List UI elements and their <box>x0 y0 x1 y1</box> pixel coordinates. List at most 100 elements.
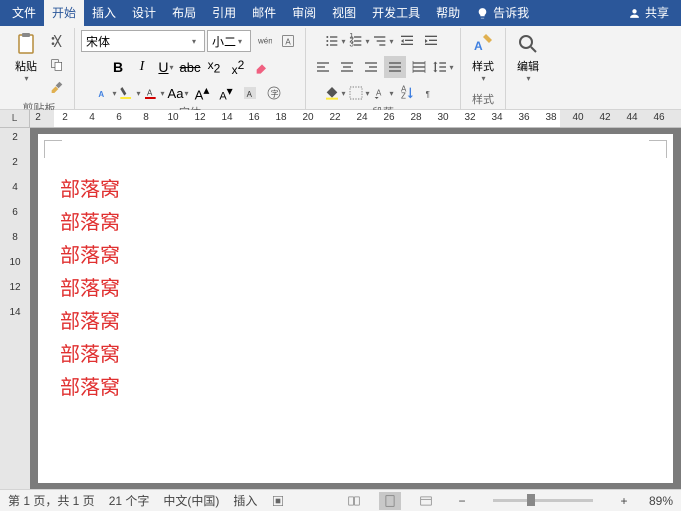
read-mode-button[interactable] <box>343 492 365 510</box>
menu-help[interactable]: 帮助 <box>428 0 468 26</box>
line-spacing-button[interactable]: ▾ <box>432 56 454 78</box>
document-line[interactable]: 部落窝 <box>60 174 655 207</box>
menu-developer[interactable]: 开发工具 <box>364 0 428 26</box>
menu-file[interactable]: 文件 <box>4 0 44 26</box>
bullets-icon <box>324 33 340 49</box>
menu-insert[interactable]: 插入 <box>84 0 124 26</box>
zoom-percent[interactable]: 89% <box>649 494 673 508</box>
svg-text:A: A <box>99 90 105 99</box>
char-shading-button[interactable]: A <box>239 82 261 104</box>
status-language[interactable]: 中文(中国) <box>163 492 219 509</box>
status-words[interactable]: 21 个字 <box>109 492 150 509</box>
document-line[interactable]: 部落窝 <box>60 207 655 240</box>
document-body[interactable]: 部落窝部落窝部落窝部落窝部落窝部落窝部落窝 <box>56 174 655 405</box>
phonetic-guide-button[interactable]: wén <box>253 30 275 52</box>
shrink-font-button[interactable]: A▾ <box>215 82 237 104</box>
svg-text:wén: wén <box>257 37 272 46</box>
document-page[interactable]: 部落窝部落窝部落窝部落窝部落窝部落窝部落窝 <box>38 134 673 483</box>
ruler-tick: 4 <box>89 112 95 123</box>
ruler-corner: L <box>0 110 30 127</box>
asian-layout-button[interactable]: A▾ <box>372 82 394 104</box>
clear-formatting-button[interactable] <box>251 56 273 78</box>
zoom-in-button[interactable]: + <box>613 492 635 510</box>
strikethrough-button[interactable]: abc <box>179 56 201 78</box>
menu-references[interactable]: 引用 <box>204 0 244 26</box>
format-painter-button[interactable] <box>46 78 68 100</box>
font-size-input[interactable]: 小二▾ <box>207 30 251 52</box>
align-right-button[interactable] <box>360 56 382 78</box>
sort-button[interactable]: AZ <box>396 82 418 104</box>
multilevel-button[interactable]: ▾ <box>372 30 394 52</box>
svg-text:A: A <box>376 89 382 98</box>
horizontal-ruler[interactable]: 2246810121416182022242628303234363840424… <box>30 110 681 127</box>
ruler-tick: 44 <box>626 112 637 123</box>
highlight-button[interactable]: ▾ <box>119 82 141 104</box>
show-marks-button[interactable]: ¶ <box>420 82 442 104</box>
status-page[interactable]: 第 1 页，共 1 页 <box>8 492 95 509</box>
subscript-button[interactable]: x2 <box>203 56 225 78</box>
cut-button[interactable] <box>46 30 68 52</box>
highlight-icon <box>119 85 135 101</box>
text-effects-button[interactable]: A▾ <box>95 82 117 104</box>
menu-layout[interactable]: 布局 <box>164 0 204 26</box>
numbering-icon: 123 <box>348 33 364 49</box>
zoom-slider[interactable] <box>493 499 593 502</box>
font-color-button[interactable]: A▾ <box>143 82 165 104</box>
bold-button[interactable]: B <box>107 56 129 78</box>
change-case-button[interactable]: Aa▾ <box>167 82 189 104</box>
web-layout-button[interactable] <box>415 492 437 510</box>
font-name-input[interactable]: 宋体▾ <box>81 30 205 52</box>
vruler-tick: 2 <box>12 132 18 143</box>
menu-mail[interactable]: 邮件 <box>244 0 284 26</box>
increase-indent-button[interactable] <box>420 30 442 52</box>
zoom-out-button[interactable]: − <box>451 492 473 510</box>
document-line[interactable]: 部落窝 <box>60 273 655 306</box>
group-clipboard: 粘贴 ▾ 剪贴板 <box>4 28 75 109</box>
character-border-button[interactable]: A <box>277 30 299 52</box>
align-justify-button[interactable] <box>384 56 406 78</box>
macro-icon[interactable] <box>271 494 285 508</box>
document-line[interactable]: 部落窝 <box>60 339 655 372</box>
superscript-button[interactable]: x2 <box>227 56 249 78</box>
menu-view[interactable]: 视图 <box>324 0 364 26</box>
distributed-button[interactable] <box>408 56 430 78</box>
numbering-button[interactable]: 123▾ <box>348 30 370 52</box>
document-line[interactable]: 部落窝 <box>60 372 655 405</box>
align-right-icon <box>363 59 379 75</box>
decrease-indent-button[interactable] <box>396 30 418 52</box>
clipboard-icon <box>14 32 38 56</box>
shading-button[interactable]: ▾ <box>324 82 346 104</box>
chevron-down-icon: ▾ <box>481 74 485 83</box>
bullets-button[interactable]: ▾ <box>324 30 346 52</box>
font-color-icon: A <box>143 85 159 101</box>
document-line[interactable]: 部落窝 <box>60 240 655 273</box>
chevron-down-icon: ▾ <box>526 74 530 83</box>
share-button[interactable]: 共享 <box>620 0 677 26</box>
enclose-char-button[interactable]: 字 <box>263 82 285 104</box>
ruler-tick: 46 <box>653 112 664 123</box>
print-layout-button[interactable] <box>379 492 401 510</box>
editing-button[interactable]: 编辑 ▾ <box>512 30 544 85</box>
paste-button[interactable]: 粘贴 ▾ <box>10 30 42 85</box>
menu-design[interactable]: 设计 <box>124 0 164 26</box>
enclose-icon: 字 <box>266 85 282 101</box>
grow-font-button[interactable]: A▴ <box>191 82 213 104</box>
borders-button[interactable]: ▾ <box>348 82 370 104</box>
svg-text:A: A <box>147 89 153 98</box>
slider-thumb[interactable] <box>527 494 535 506</box>
menu-home[interactable]: 开始 <box>44 0 84 26</box>
group-editing: 编辑 ▾ <box>506 28 550 109</box>
tell-me[interactable]: 告诉我 <box>468 0 537 26</box>
align-center-button[interactable] <box>336 56 358 78</box>
underline-button[interactable]: U▾ <box>155 56 177 78</box>
document-line[interactable]: 部落窝 <box>60 306 655 339</box>
align-left-button[interactable] <box>312 56 334 78</box>
italic-button[interactable]: I <box>131 56 153 78</box>
svg-text:A: A <box>247 90 253 99</box>
copy-button[interactable] <box>46 54 68 76</box>
char-border-icon: A <box>280 33 296 49</box>
status-mode[interactable]: 插入 <box>233 492 257 509</box>
styles-button[interactable]: A 样式 ▾ <box>467 30 499 85</box>
vertical-ruler[interactable]: 22468101214 <box>0 128 30 489</box>
menu-review[interactable]: 审阅 <box>284 0 324 26</box>
